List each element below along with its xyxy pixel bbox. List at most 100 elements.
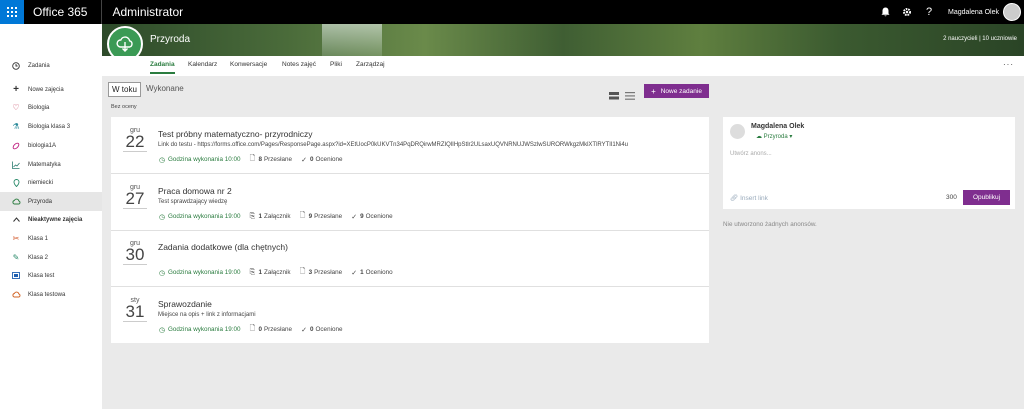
avatar: [730, 124, 745, 139]
sidebar-item-matematyka[interactable]: Matematyka: [0, 155, 102, 174]
sidebar-group-nieaktywne[interactable]: Nieaktywne zajęcia: [0, 210, 102, 229]
new-assignment-label: Nowe zadanie: [660, 87, 702, 95]
due-time: Godzina wykonania 10:00: [168, 156, 241, 163]
submitted-count: 3: [308, 269, 313, 276]
assignment-card[interactable]: sty 31 Sprawozdanie Miejsce na opis + li…: [111, 287, 709, 344]
publish-button[interactable]: Opublikuj: [963, 190, 1010, 205]
assignment-card[interactable]: gru 30 Zadania dodatkowe (dla chętnych) …: [111, 230, 709, 287]
sidebar-item-biologia[interactable]: ♡ Biologia: [0, 98, 102, 117]
tab-notes[interactable]: Notes zajęć: [282, 61, 316, 68]
sidebar: Zadania + Nowe zajęcia ♡ Biologia ⚗ Biol…: [0, 24, 102, 409]
clock-icon: ◷: [158, 269, 166, 277]
more-options-icon[interactable]: ···: [1003, 60, 1014, 69]
help-icon[interactable]: ?: [918, 0, 940, 24]
document-icon: 🗋: [249, 325, 256, 332]
submitted-count: 0: [258, 326, 262, 333]
avatar[interactable]: [1003, 3, 1021, 21]
clock-icon: ◷: [158, 156, 166, 164]
sidebar-item-biologia-klasa-3[interactable]: ⚗ Biologia klasa 3: [0, 117, 102, 136]
graded-label: Ocenione: [315, 326, 343, 333]
user-name[interactable]: Magdalena Olek: [948, 9, 999, 16]
document-icon: 🗋: [249, 155, 256, 162]
due-time: Godzina wykonania 19:00: [168, 326, 241, 333]
card-view-icon[interactable]: [609, 87, 619, 100]
insert-link-button[interactable]: 🔗︎ Insert link: [730, 194, 768, 202]
sidebar-item-label: Klasa 1: [28, 235, 49, 242]
submitted-count: 8: [258, 156, 262, 163]
banner-image: [322, 24, 382, 56]
document-icon: 🗋: [299, 268, 306, 275]
submitted-label: Przesłane: [314, 213, 343, 220]
due-time: Godzina wykonania 19:00: [168, 269, 241, 276]
assignment-title[interactable]: Praca domowa nr 2: [158, 186, 232, 196]
sidebar-item-klasa-test[interactable]: Klasa test: [0, 266, 102, 285]
assignment-description: Link do testu - https://forms.office.com…: [158, 142, 628, 148]
sidebar-item-przyroda[interactable]: Przyroda: [0, 192, 102, 211]
sidebar-item-label: Klasa 2: [28, 254, 49, 261]
tools-icon: ✂: [12, 234, 20, 243]
sidebar-item-klasa-testowa[interactable]: Klasa testowa: [0, 285, 102, 304]
graded-label: Ocenione: [315, 156, 343, 163]
sidebar-item-nowe-zajecia[interactable]: + Nowe zajęcia: [0, 80, 102, 99]
app-launcher-icon[interactable]: [0, 0, 24, 24]
graded-count: 1: [360, 269, 364, 276]
screen-icon: [10, 272, 22, 279]
clock-icon: ◷: [158, 326, 166, 334]
graded-count: 9: [360, 213, 364, 220]
sidebar-item-klasa-2[interactable]: ✎ Klasa 2: [0, 248, 102, 267]
grade-filter[interactable]: Bez oceny: [111, 104, 137, 110]
due-date: sty 31: [123, 297, 147, 322]
tab-zarzadzaj[interactable]: Zarządzaj: [356, 61, 385, 68]
plus-icon: +: [13, 84, 19, 95]
tab-konwersacje[interactable]: Konwersacje: [230, 61, 267, 68]
class-selector[interactable]: ☁ Przyroda ▾: [756, 133, 792, 140]
assignments-icon: [10, 61, 22, 70]
submitted-count: 9: [308, 213, 313, 220]
chart-icon: [10, 161, 22, 169]
tab-wykonane[interactable]: Wykonane: [146, 84, 184, 93]
assignment-title[interactable]: Zadania dodatkowe (dla chętnych): [158, 242, 288, 252]
sidebar-item-label: Zadania: [28, 62, 50, 69]
pin-icon: [10, 178, 22, 187]
class-nav: Zadania Kalendarz Konwersacje Notes zaję…: [102, 56, 1024, 76]
class-stats[interactable]: 2 nauczycieli | 10 uczniowie: [943, 36, 1017, 42]
assignment-card[interactable]: gru 27 Praca domowa nr 2 Test sprawdzają…: [111, 174, 709, 231]
announcement-composer: Magdalena Olek ☁ Przyroda ▾ Utwórz anons…: [723, 117, 1015, 209]
gear-icon[interactable]: [896, 0, 918, 24]
due-day: 22: [123, 133, 147, 152]
sidebar-item-biologia1a[interactable]: biologia1A: [0, 136, 102, 155]
attachment-label: Załącznik: [263, 213, 291, 220]
tab-pliki[interactable]: Pliki: [330, 61, 342, 68]
cloud-icon: [10, 198, 22, 206]
assignment-title[interactable]: Sprawozdanie: [158, 299, 212, 309]
empty-announcements-message: Nie utworzono żadnych anonsów.: [723, 221, 817, 228]
app-name[interactable]: Office 365: [33, 5, 87, 19]
paperclip-icon: ⎘: [249, 212, 256, 220]
sidebar-item-label: Matematyka: [28, 161, 61, 168]
sidebar-item-niemiecki[interactable]: niemiecki: [0, 173, 102, 192]
list-view-icon[interactable]: [625, 87, 635, 100]
pencil-icon: ✎: [12, 253, 20, 262]
new-assignment-button[interactable]: + Nowe zadanie: [644, 84, 709, 98]
assignment-card[interactable]: gru 22 Test próbny matematyczno- przyrod…: [111, 117, 709, 174]
link-icon: 🔗︎: [730, 195, 739, 202]
tab-zadania[interactable]: Zadania: [150, 61, 175, 74]
author-name: Magdalena Olek: [751, 123, 805, 130]
sidebar-item-label: Klasa testowa: [28, 291, 66, 298]
check-icon: ✓: [301, 156, 307, 164]
check-icon: ✓: [301, 326, 307, 334]
due-day: 30: [123, 246, 147, 265]
sidebar-item-zadania[interactable]: Zadania: [0, 56, 102, 75]
sidebar-item-klasa-1[interactable]: ✂ Klasa 1: [0, 229, 102, 248]
graded-count: 0: [310, 326, 314, 333]
graded-count: 0: [310, 156, 314, 163]
class-banner: Przyroda 2 nauczycieli | 10 uczniowie: [102, 24, 1024, 56]
sidebar-item-label: Przyroda: [28, 198, 53, 205]
assignment-title[interactable]: Test próbny matematyczno- przyrodniczy: [158, 129, 312, 139]
bell-icon[interactable]: [874, 0, 896, 24]
announcement-input[interactable]: Utwórz anons...: [730, 151, 772, 157]
sidebar-item-label: Nowe zajęcia: [28, 86, 64, 93]
tab-kalendarz[interactable]: Kalendarz: [188, 61, 217, 68]
assignment-description: Test sprawdzający wiedzę: [158, 199, 228, 205]
tab-w-toku[interactable]: W toku: [108, 82, 141, 97]
